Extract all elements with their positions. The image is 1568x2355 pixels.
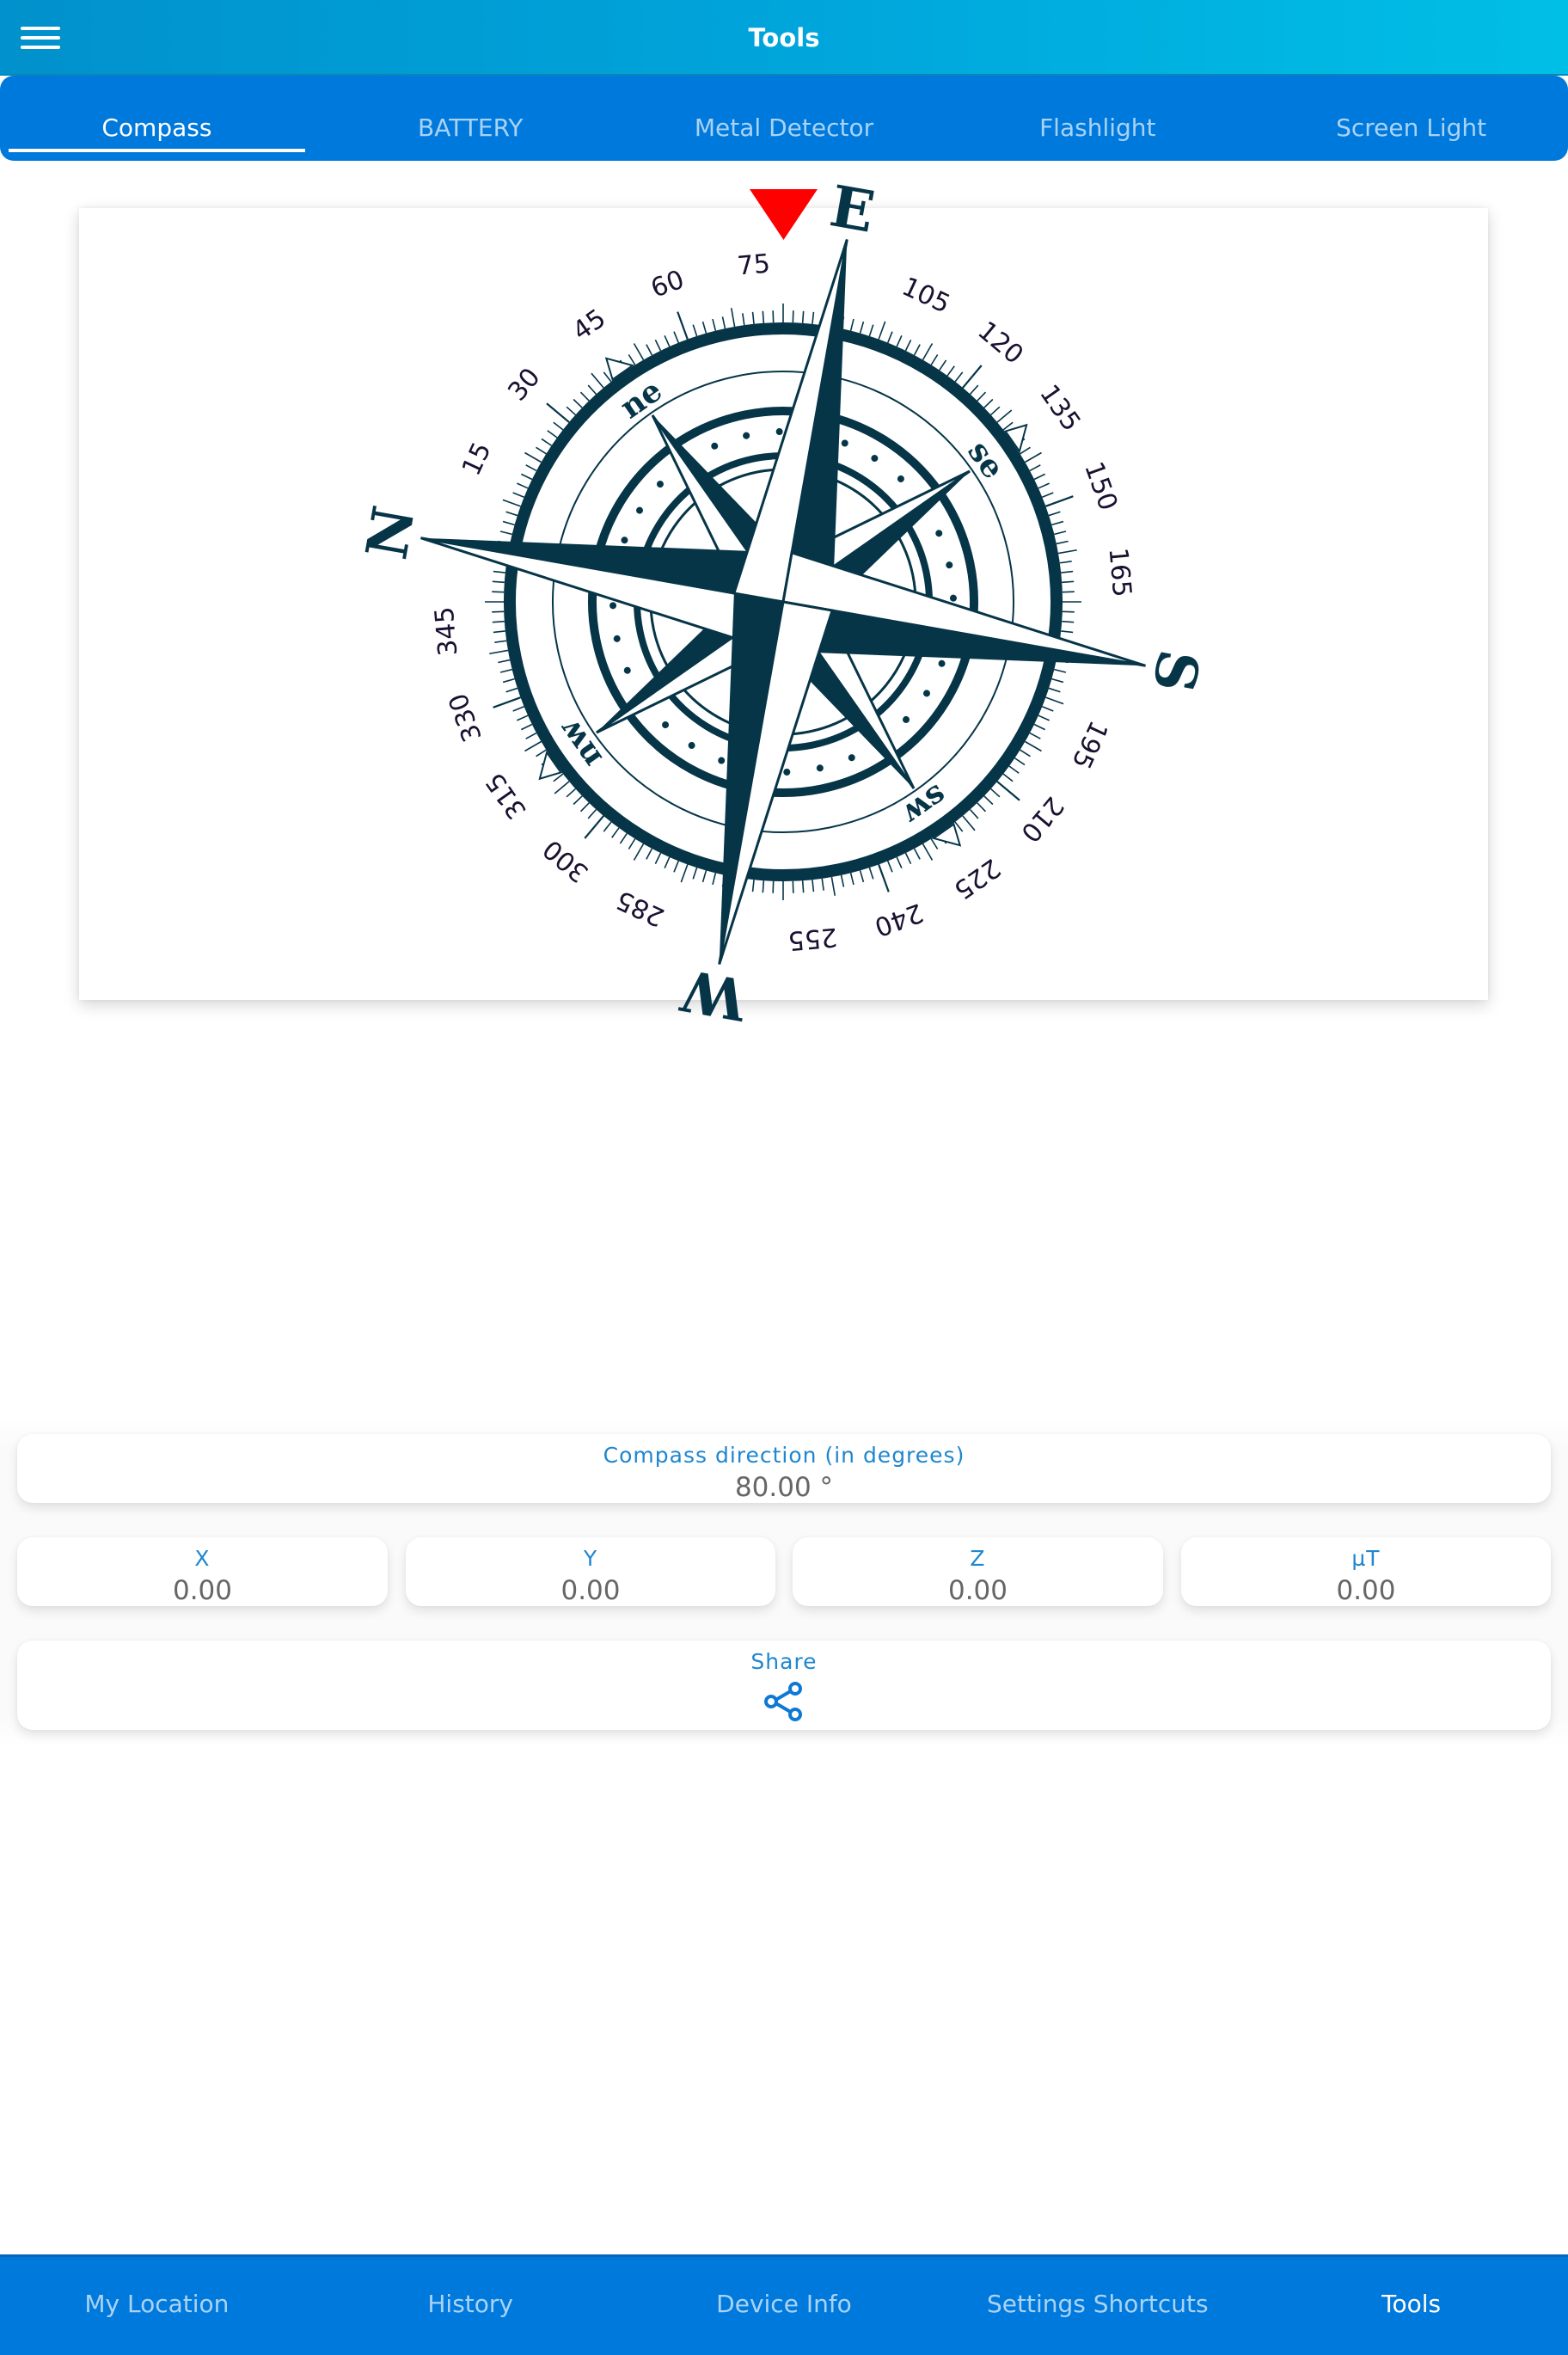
z-axis-card: Z 0.00	[793, 1537, 1163, 1606]
tab-label: Flashlight	[1039, 113, 1156, 142]
z-value: 0.00	[947, 1575, 1008, 1606]
nav-my-location[interactable]: My Location	[0, 2257, 314, 2355]
tab-label: Metal Detector	[694, 113, 874, 142]
x-label: X	[194, 1546, 211, 1571]
y-axis-card: Y 0.00	[406, 1537, 775, 1606]
share-icon	[764, 1682, 802, 1721]
nav-settings-shortcuts[interactable]: Settings Shortcuts	[940, 2257, 1254, 2355]
direction-label: Compass direction (in degrees)	[603, 1443, 965, 1468]
ut-value: 0.00	[1336, 1575, 1396, 1606]
compass-direction-card: Compass direction (in degrees) 80.00 °	[17, 1434, 1551, 1503]
nav-tools[interactable]: Tools	[1254, 2257, 1568, 2355]
nav-device-info[interactable]: Device Info	[628, 2257, 941, 2355]
microtesla-card: µT 0.00	[1181, 1537, 1551, 1606]
y-value: 0.00	[560, 1575, 621, 1606]
menu-line	[21, 27, 60, 30]
share-button[interactable]: Share	[17, 1641, 1551, 1730]
ut-label: µT	[1351, 1546, 1381, 1571]
tab-label: Compass	[101, 113, 212, 142]
tab-battery[interactable]: BATTERY	[314, 76, 628, 161]
page-title: Tools	[748, 23, 820, 52]
menu-line	[21, 36, 60, 40]
app-header: Tools	[0, 0, 1568, 76]
active-tab-indicator	[9, 149, 305, 152]
bottom-navigation: My Location History Device Info Settings…	[0, 2254, 1568, 2355]
x-axis-card: X 0.00	[17, 1537, 388, 1606]
tab-screen-light[interactable]: Screen Light	[1254, 76, 1568, 161]
tab-label: Screen Light	[1336, 113, 1487, 142]
tab-compass[interactable]: Compass	[0, 76, 314, 161]
y-label: Y	[583, 1546, 598, 1571]
tab-label: BATTERY	[418, 113, 524, 142]
share-label: Share	[750, 1649, 818, 1674]
tab-flashlight[interactable]: Flashlight	[940, 76, 1254, 161]
direction-value: 80.00 °	[734, 1472, 834, 1503]
tab-metal-detector[interactable]: Metal Detector	[628, 76, 941, 161]
x-value: 0.00	[172, 1575, 233, 1606]
menu-line	[21, 46, 60, 49]
compass-card	[79, 208, 1488, 1000]
tool-tabs: Compass BATTERY Metal Detector Flashligh…	[0, 76, 1568, 161]
z-label: Z	[970, 1546, 986, 1571]
nav-history[interactable]: History	[314, 2257, 628, 2355]
hamburger-menu-icon[interactable]	[21, 24, 60, 52]
